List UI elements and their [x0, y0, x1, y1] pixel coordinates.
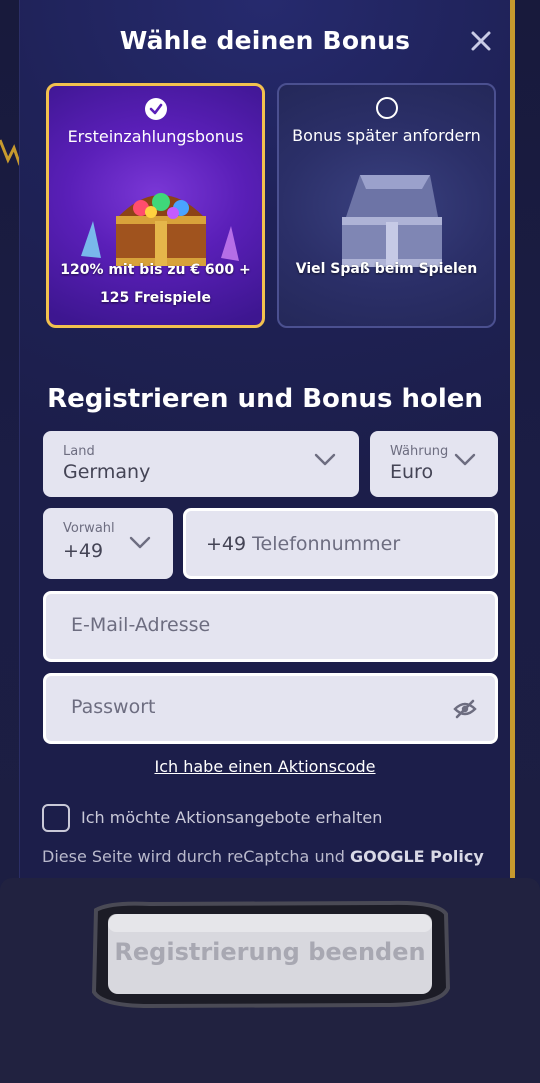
phone-prefix: +49 [206, 533, 247, 555]
chevron-down-icon [129, 536, 151, 549]
bonus-option-description: 120% mit bis zu € 600 + 125 Freispiele [60, 262, 251, 306]
radio-unselected[interactable] [375, 97, 398, 119]
chevron-down-icon [454, 453, 476, 466]
bonus-registration-modal: Wähle deinen Bonus Ersteinzahlungsbonus [19, 0, 515, 892]
country-value: Germany [63, 461, 151, 483]
currency-label: Währung [390, 444, 449, 459]
country-label: Land [63, 444, 95, 459]
close-icon [471, 31, 491, 51]
decorative-lightning [0, 139, 20, 166]
recaptcha-text: Diese Seite wird durch reCaptcha und [42, 847, 345, 866]
password-input[interactable]: Passwort [43, 673, 498, 744]
currency-select[interactable]: Währung Euro [370, 431, 498, 497]
bonus-option-title: Bonus später anfordern [292, 126, 481, 145]
country-select[interactable]: Land Germany [43, 431, 359, 497]
bonus-option-title: Ersteinzahlungsbonus [67, 127, 244, 146]
bonus-option-later[interactable]: Bonus später anfordern Viel Spaß beim Sp… [277, 83, 496, 328]
password-placeholder: Passwort [71, 696, 156, 718]
currency-value: Euro [390, 461, 434, 483]
dial-code-select[interactable]: Vorwahl +49 [43, 508, 173, 579]
phone-input[interactable]: +49 Telefonnummer [183, 508, 498, 579]
eye-slash-icon[interactable] [453, 699, 477, 719]
modal-title: Wähle deinen Bonus [119, 26, 411, 55]
bonus-option-first-deposit[interactable]: Ersteinzahlungsbonus 120% mit bis zu € 6… [46, 83, 265, 328]
bonus-option-description: Viel Spaß beim Spielen [295, 261, 478, 277]
recaptcha-policy-link[interactable]: GOOGLE Policy [350, 847, 484, 866]
chevron-down-icon [314, 453, 336, 466]
submit-button-label: Registrierung beenden [114, 938, 426, 966]
email-input[interactable]: E-Mail-Adresse [43, 591, 498, 662]
promo-opt-in-label: Ich möchte Aktionsangebote erhalten [81, 808, 383, 827]
recaptcha-notice: Diese Seite wird durch reCaptcha und GOO… [42, 847, 484, 866]
phone-placeholder: +49 Telefonnummer [206, 533, 400, 555]
phone-placeholder-text: Telefonnummer [252, 533, 401, 555]
dial-code-value: +49 [63, 540, 104, 562]
close-button[interactable] [468, 28, 494, 54]
dial-code-label: Vorwahl [63, 521, 115, 536]
registration-heading: Registrieren und Bonus holen [47, 384, 483, 414]
radio-selected[interactable] [144, 98, 167, 120]
email-placeholder: E-Mail-Adresse [71, 614, 211, 636]
check-icon [149, 103, 162, 115]
promo-code-link[interactable]: Ich habe einen Aktionscode [20, 757, 510, 776]
promo-opt-in-checkbox[interactable] [42, 804, 70, 832]
